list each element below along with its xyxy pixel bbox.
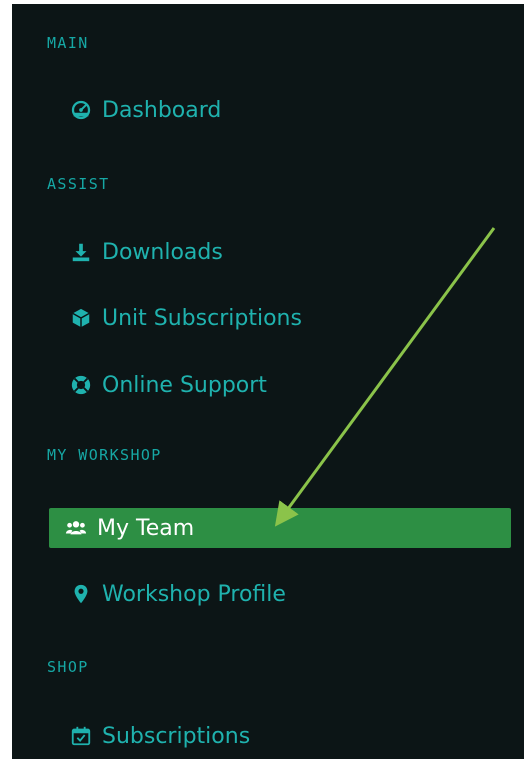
section-label-assist: ASSIST — [47, 175, 110, 193]
section-label-shop: SHOP — [47, 658, 89, 676]
download-icon — [68, 239, 94, 265]
sidebar-item-label: Dashboard — [102, 97, 222, 123]
cube-icon — [68, 305, 94, 331]
life-ring-icon — [68, 372, 94, 398]
users-icon — [63, 515, 89, 541]
calendar-check-icon — [68, 723, 94, 749]
sidebar-item-unit-subscriptions[interactable]: Unit Subscriptions — [68, 298, 302, 338]
sidebar-item-online-support[interactable]: Online Support — [68, 365, 267, 405]
map-marker-icon — [68, 581, 94, 607]
tachometer-icon — [68, 97, 94, 123]
sidebar-item-label: Workshop Profile — [102, 581, 286, 607]
sidebar-item-label: Downloads — [102, 239, 223, 265]
sidebar-item-label: Subscriptions — [102, 723, 251, 749]
sidebar-item-label: Unit Subscriptions — [102, 305, 302, 331]
sidebar-item-dashboard[interactable]: Dashboard — [68, 90, 221, 130]
section-label-my-workshop: MY WORKSHOP — [47, 446, 162, 464]
section-label-main: MAIN — [47, 34, 89, 52]
sidebar-item-subscriptions[interactable]: Subscriptions — [68, 716, 250, 756]
sidebar-item-label: My Team — [97, 515, 195, 541]
sidebar-menu: MAIN Dashboard ASSIST Downloads Unit Sub… — [12, 4, 524, 759]
sidebar-item-my-team[interactable]: My Team — [49, 508, 511, 548]
sidebar-item-label: Online Support — [102, 372, 267, 398]
screenshot-canvas: MAIN Dashboard ASSIST Downloads Unit Sub… — [0, 0, 524, 770]
sidebar-item-workshop-profile[interactable]: Workshop Profile — [68, 574, 286, 614]
sidebar-item-downloads[interactable]: Downloads — [68, 232, 223, 272]
